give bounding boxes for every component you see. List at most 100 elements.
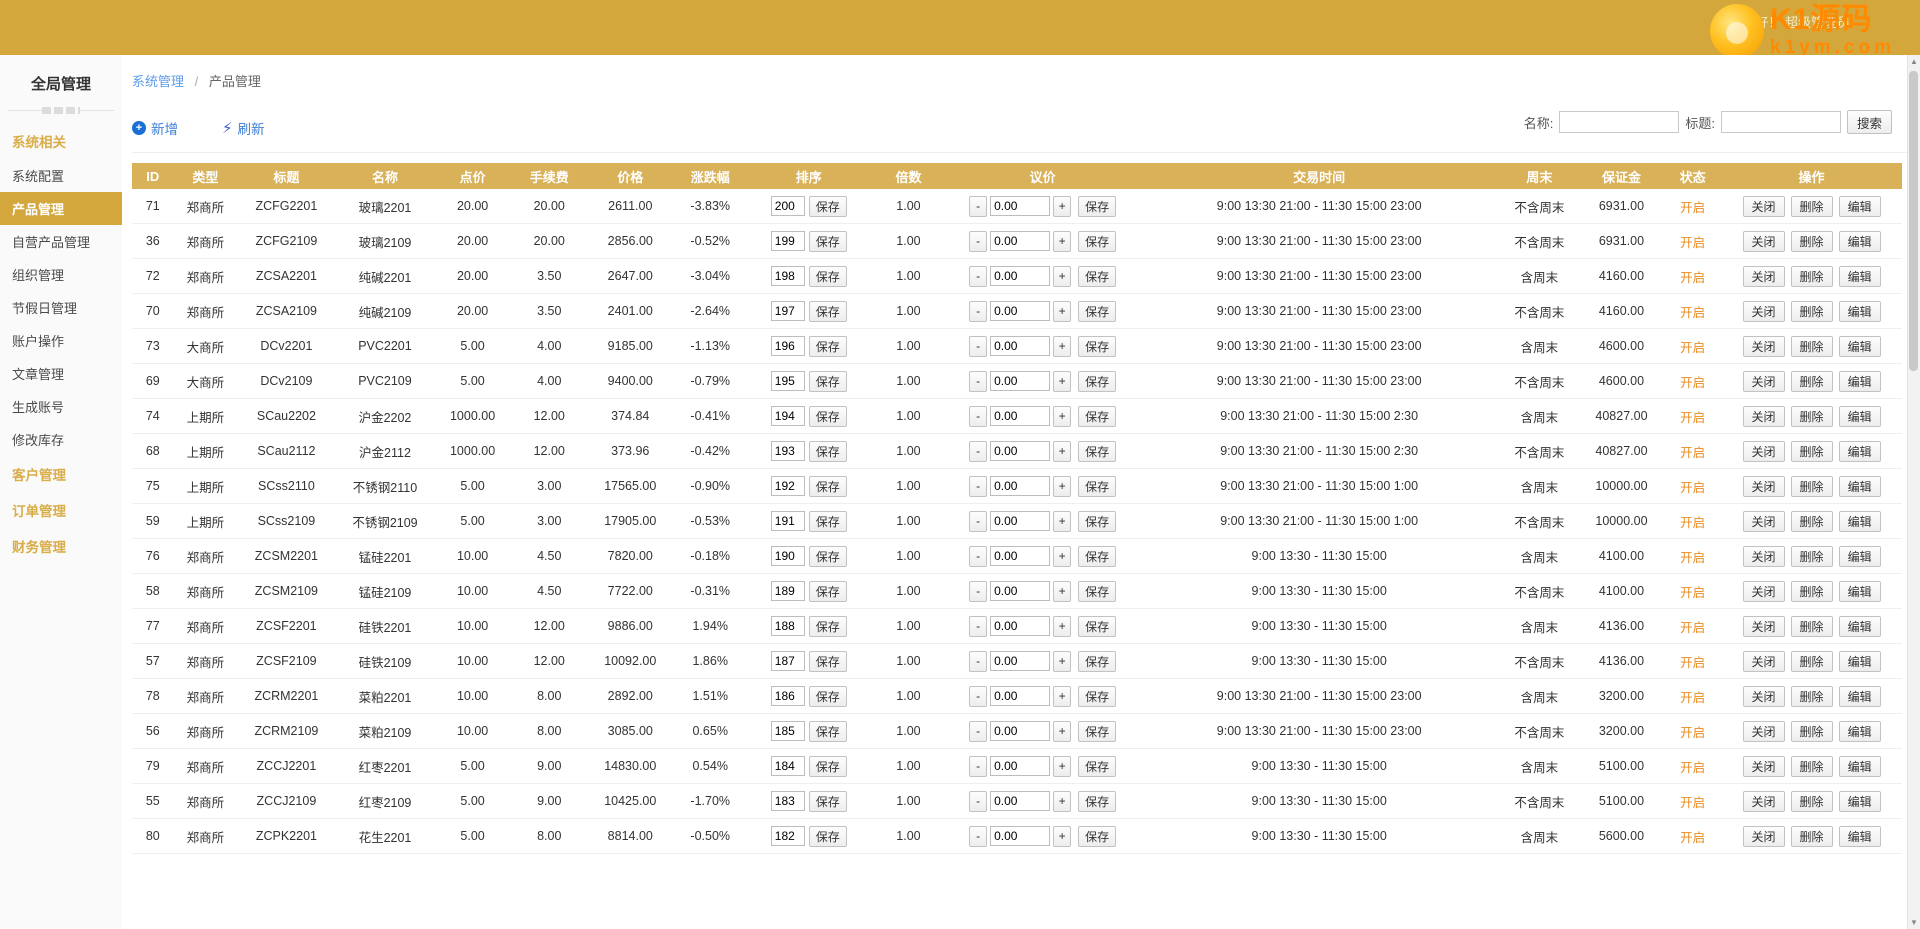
sort-save-button[interactable]: 保存 [808,230,847,252]
sort-save-button[interactable]: 保存 [808,440,847,462]
sidebar-item-0-1[interactable]: 产品管理 [0,192,122,225]
bid-save-button[interactable]: 保存 [1078,580,1117,602]
sort-input[interactable] [770,686,805,706]
bid-save-button[interactable]: 保存 [1078,265,1117,287]
sort-input[interactable] [770,791,805,811]
bid-increment-button[interactable]: + [1053,790,1072,812]
add-button[interactable]: + 新增 [132,118,178,138]
status-badge[interactable]: 开启 [1680,446,1705,460]
op-button-0[interactable]: 关闭 [1742,650,1785,672]
bid-input[interactable] [990,616,1051,636]
sort-save-button[interactable]: 保存 [808,265,847,287]
scroll-down-icon[interactable]: ▼ [1910,918,1918,927]
bid-increment-button[interactable]: + [1053,370,1072,392]
scroll-up-icon[interactable]: ▲ [1910,57,1918,66]
sort-input[interactable] [770,336,805,356]
search-title-input[interactable] [1720,111,1841,133]
bid-decrement-button[interactable]: - [969,720,988,742]
status-badge[interactable]: 开启 [1680,796,1705,810]
status-badge[interactable]: 开启 [1680,586,1705,600]
page-scrollbar[interactable]: ▲ ▼ [1907,55,1920,929]
bid-input[interactable] [990,546,1051,566]
sort-save-button[interactable]: 保存 [808,195,847,217]
op-button-0[interactable]: 关闭 [1742,370,1785,392]
sort-save-button[interactable]: 保存 [808,545,847,567]
sidebar-item-0-0[interactable]: 系统配置 [0,159,122,192]
bid-increment-button[interactable]: + [1053,580,1072,602]
bid-increment-button[interactable]: + [1053,615,1072,637]
op-button-2[interactable]: 编辑 [1838,790,1881,812]
op-button-1[interactable]: 删除 [1790,510,1833,532]
sort-input[interactable] [770,511,805,531]
sidebar-group-0[interactable]: 系统相关 [0,123,122,159]
search-button[interactable]: 搜索 [1846,110,1892,134]
op-button-2[interactable]: 编辑 [1838,685,1881,707]
bid-save-button[interactable]: 保存 [1078,195,1117,217]
bid-increment-button[interactable]: + [1053,300,1072,322]
op-button-0[interactable]: 关闭 [1742,405,1785,427]
op-button-1[interactable]: 删除 [1790,440,1833,462]
op-button-1[interactable]: 删除 [1790,650,1833,672]
op-button-2[interactable]: 编辑 [1838,440,1881,462]
op-button-2[interactable]: 编辑 [1838,475,1881,497]
op-button-0[interactable]: 关闭 [1742,720,1785,742]
op-button-1[interactable]: 删除 [1790,720,1833,742]
bid-increment-button[interactable]: + [1053,510,1072,532]
bid-save-button[interactable]: 保存 [1078,510,1117,532]
bid-decrement-button[interactable]: - [969,405,988,427]
op-button-1[interactable]: 删除 [1790,230,1833,252]
op-button-1[interactable]: 删除 [1790,405,1833,427]
bid-decrement-button[interactable]: - [969,440,988,462]
bid-increment-button[interactable]: + [1053,475,1072,497]
bid-input[interactable] [990,581,1051,601]
op-button-1[interactable]: 删除 [1790,335,1833,357]
bid-input[interactable] [990,371,1051,391]
bid-input[interactable] [990,791,1051,811]
bid-input[interactable] [990,266,1051,286]
bid-input[interactable] [990,826,1051,846]
op-button-2[interactable]: 编辑 [1838,755,1881,777]
sort-save-button[interactable]: 保存 [808,335,847,357]
bid-increment-button[interactable]: + [1053,720,1072,742]
bid-save-button[interactable]: 保存 [1078,475,1117,497]
bid-input[interactable] [990,336,1051,356]
op-button-2[interactable]: 编辑 [1838,615,1881,637]
status-badge[interactable]: 开启 [1680,271,1705,285]
op-button-2[interactable]: 编辑 [1838,650,1881,672]
bid-increment-button[interactable]: + [1053,335,1072,357]
bid-input[interactable] [990,406,1051,426]
bid-increment-button[interactable]: + [1053,405,1072,427]
op-button-2[interactable]: 编辑 [1838,300,1881,322]
sort-input[interactable] [770,406,805,426]
op-button-0[interactable]: 关闭 [1742,195,1785,217]
bid-input[interactable] [990,476,1051,496]
op-button-2[interactable]: 编辑 [1838,370,1881,392]
sort-input[interactable] [770,231,805,251]
status-badge[interactable]: 开启 [1680,726,1705,740]
bid-decrement-button[interactable]: - [969,825,988,847]
status-badge[interactable]: 开启 [1680,376,1705,390]
bid-input[interactable] [990,301,1051,321]
bid-input[interactable] [990,196,1051,216]
sidebar-item-0-7[interactable]: 生成账号 [0,390,122,423]
scrollbar-thumb[interactable] [1909,71,1918,371]
bid-input[interactable] [990,441,1051,461]
bid-input[interactable] [990,686,1051,706]
op-button-1[interactable]: 删除 [1790,265,1833,287]
bid-decrement-button[interactable]: - [969,230,988,252]
status-badge[interactable]: 开启 [1680,236,1705,250]
op-button-0[interactable]: 关闭 [1742,335,1785,357]
bid-decrement-button[interactable]: - [969,510,988,532]
sort-input[interactable] [770,266,805,286]
sort-input[interactable] [770,756,805,776]
op-button-0[interactable]: 关闭 [1742,440,1785,462]
bid-increment-button[interactable]: + [1053,755,1072,777]
op-button-1[interactable]: 删除 [1790,825,1833,847]
op-button-2[interactable]: 编辑 [1838,510,1881,532]
sidebar-item-0-4[interactable]: 节假日管理 [0,291,122,324]
op-button-1[interactable]: 删除 [1790,545,1833,567]
status-badge[interactable]: 开启 [1680,306,1705,320]
op-button-1[interactable]: 删除 [1790,475,1833,497]
sidebar-group-1[interactable]: 客户管理 [0,456,122,492]
bid-decrement-button[interactable]: - [969,265,988,287]
